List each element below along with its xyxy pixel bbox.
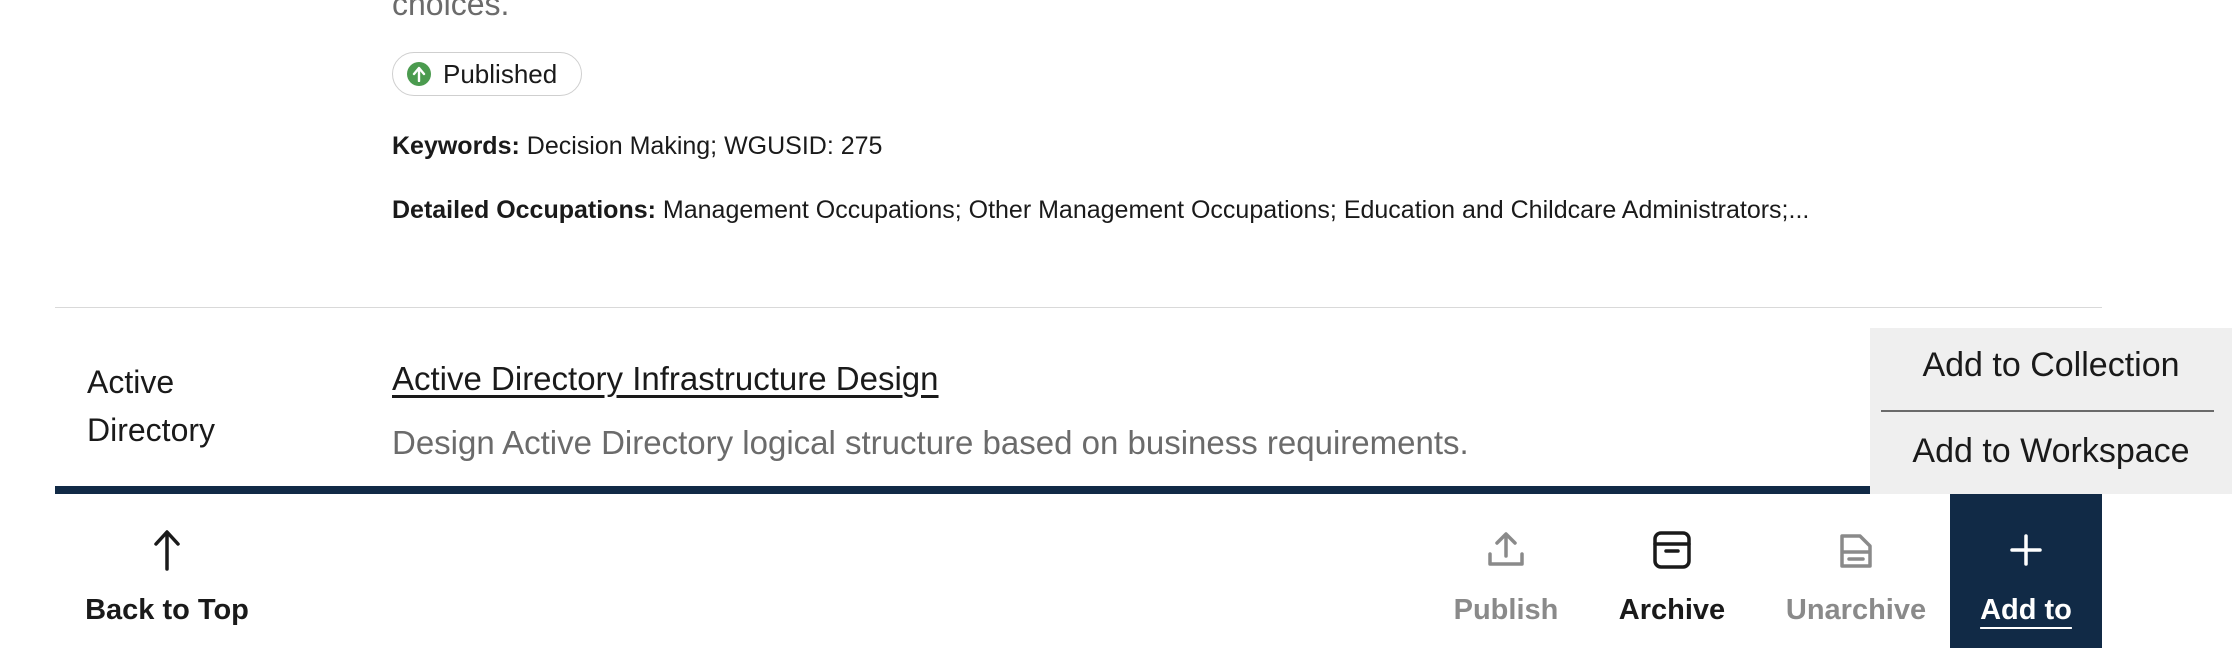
item-title-link[interactable]: Active Directory Infrastructure Design [392,360,939,398]
arrow-up-icon [152,528,182,572]
toolbar-top-border [55,486,2102,494]
add-to-button[interactable]: Add to [1950,494,2102,648]
status-badge: Published [392,52,583,96]
back-to-top-button[interactable]: Back to Top [85,494,249,648]
add-to-workspace-item[interactable]: Add to Workspace [1870,432,2232,471]
unarchive-icon [1836,528,1876,572]
occupations-value: Management Occupations; Other Management… [662,196,1810,224]
back-to-top-label: Back to Top [85,594,249,626]
published-up-arrow-icon [407,62,431,86]
bottom-toolbar: Back to Top Publish Archive Unarchive Ad… [55,494,2102,648]
archive-label: Archive [1618,594,1726,626]
add-to-label: Add to [1980,594,2072,626]
publish-label: Publish [1453,594,1559,626]
upload-icon [1486,528,1526,572]
item-description: Design Active Directory logical structur… [392,424,1469,461]
plus-icon [2010,528,2042,572]
row-divider [55,307,2102,308]
archive-button[interactable]: Archive [1611,494,1733,648]
menu-divider [1881,410,2214,412]
status-badge-label: Published [443,58,558,89]
unarchive-label: Unarchive [1785,594,1927,626]
add-to-collection-item[interactable]: Add to Collection [1870,346,2232,385]
unarchive-button[interactable]: Unarchive [1777,494,1935,648]
publish-button[interactable]: Publish [1445,494,1567,648]
archive-box-icon [1652,528,1692,572]
occupations-row: Detailed Occupations: Management Occupat… [392,196,1809,225]
add-to-dropdown-menu: Add to Collection Add to Workspace [1870,328,2232,494]
description-text-partial: choices. [392,0,510,22]
keywords-row: Keywords: Decision Making; WGUSID: 275 [392,132,882,161]
keywords-value: Decision Making; WGUSID: 275 [526,132,883,160]
keywords-label: Keywords: [392,132,520,160]
occupations-label: Detailed Occupations: [392,196,656,224]
item-category: Active Directory [87,364,216,448]
